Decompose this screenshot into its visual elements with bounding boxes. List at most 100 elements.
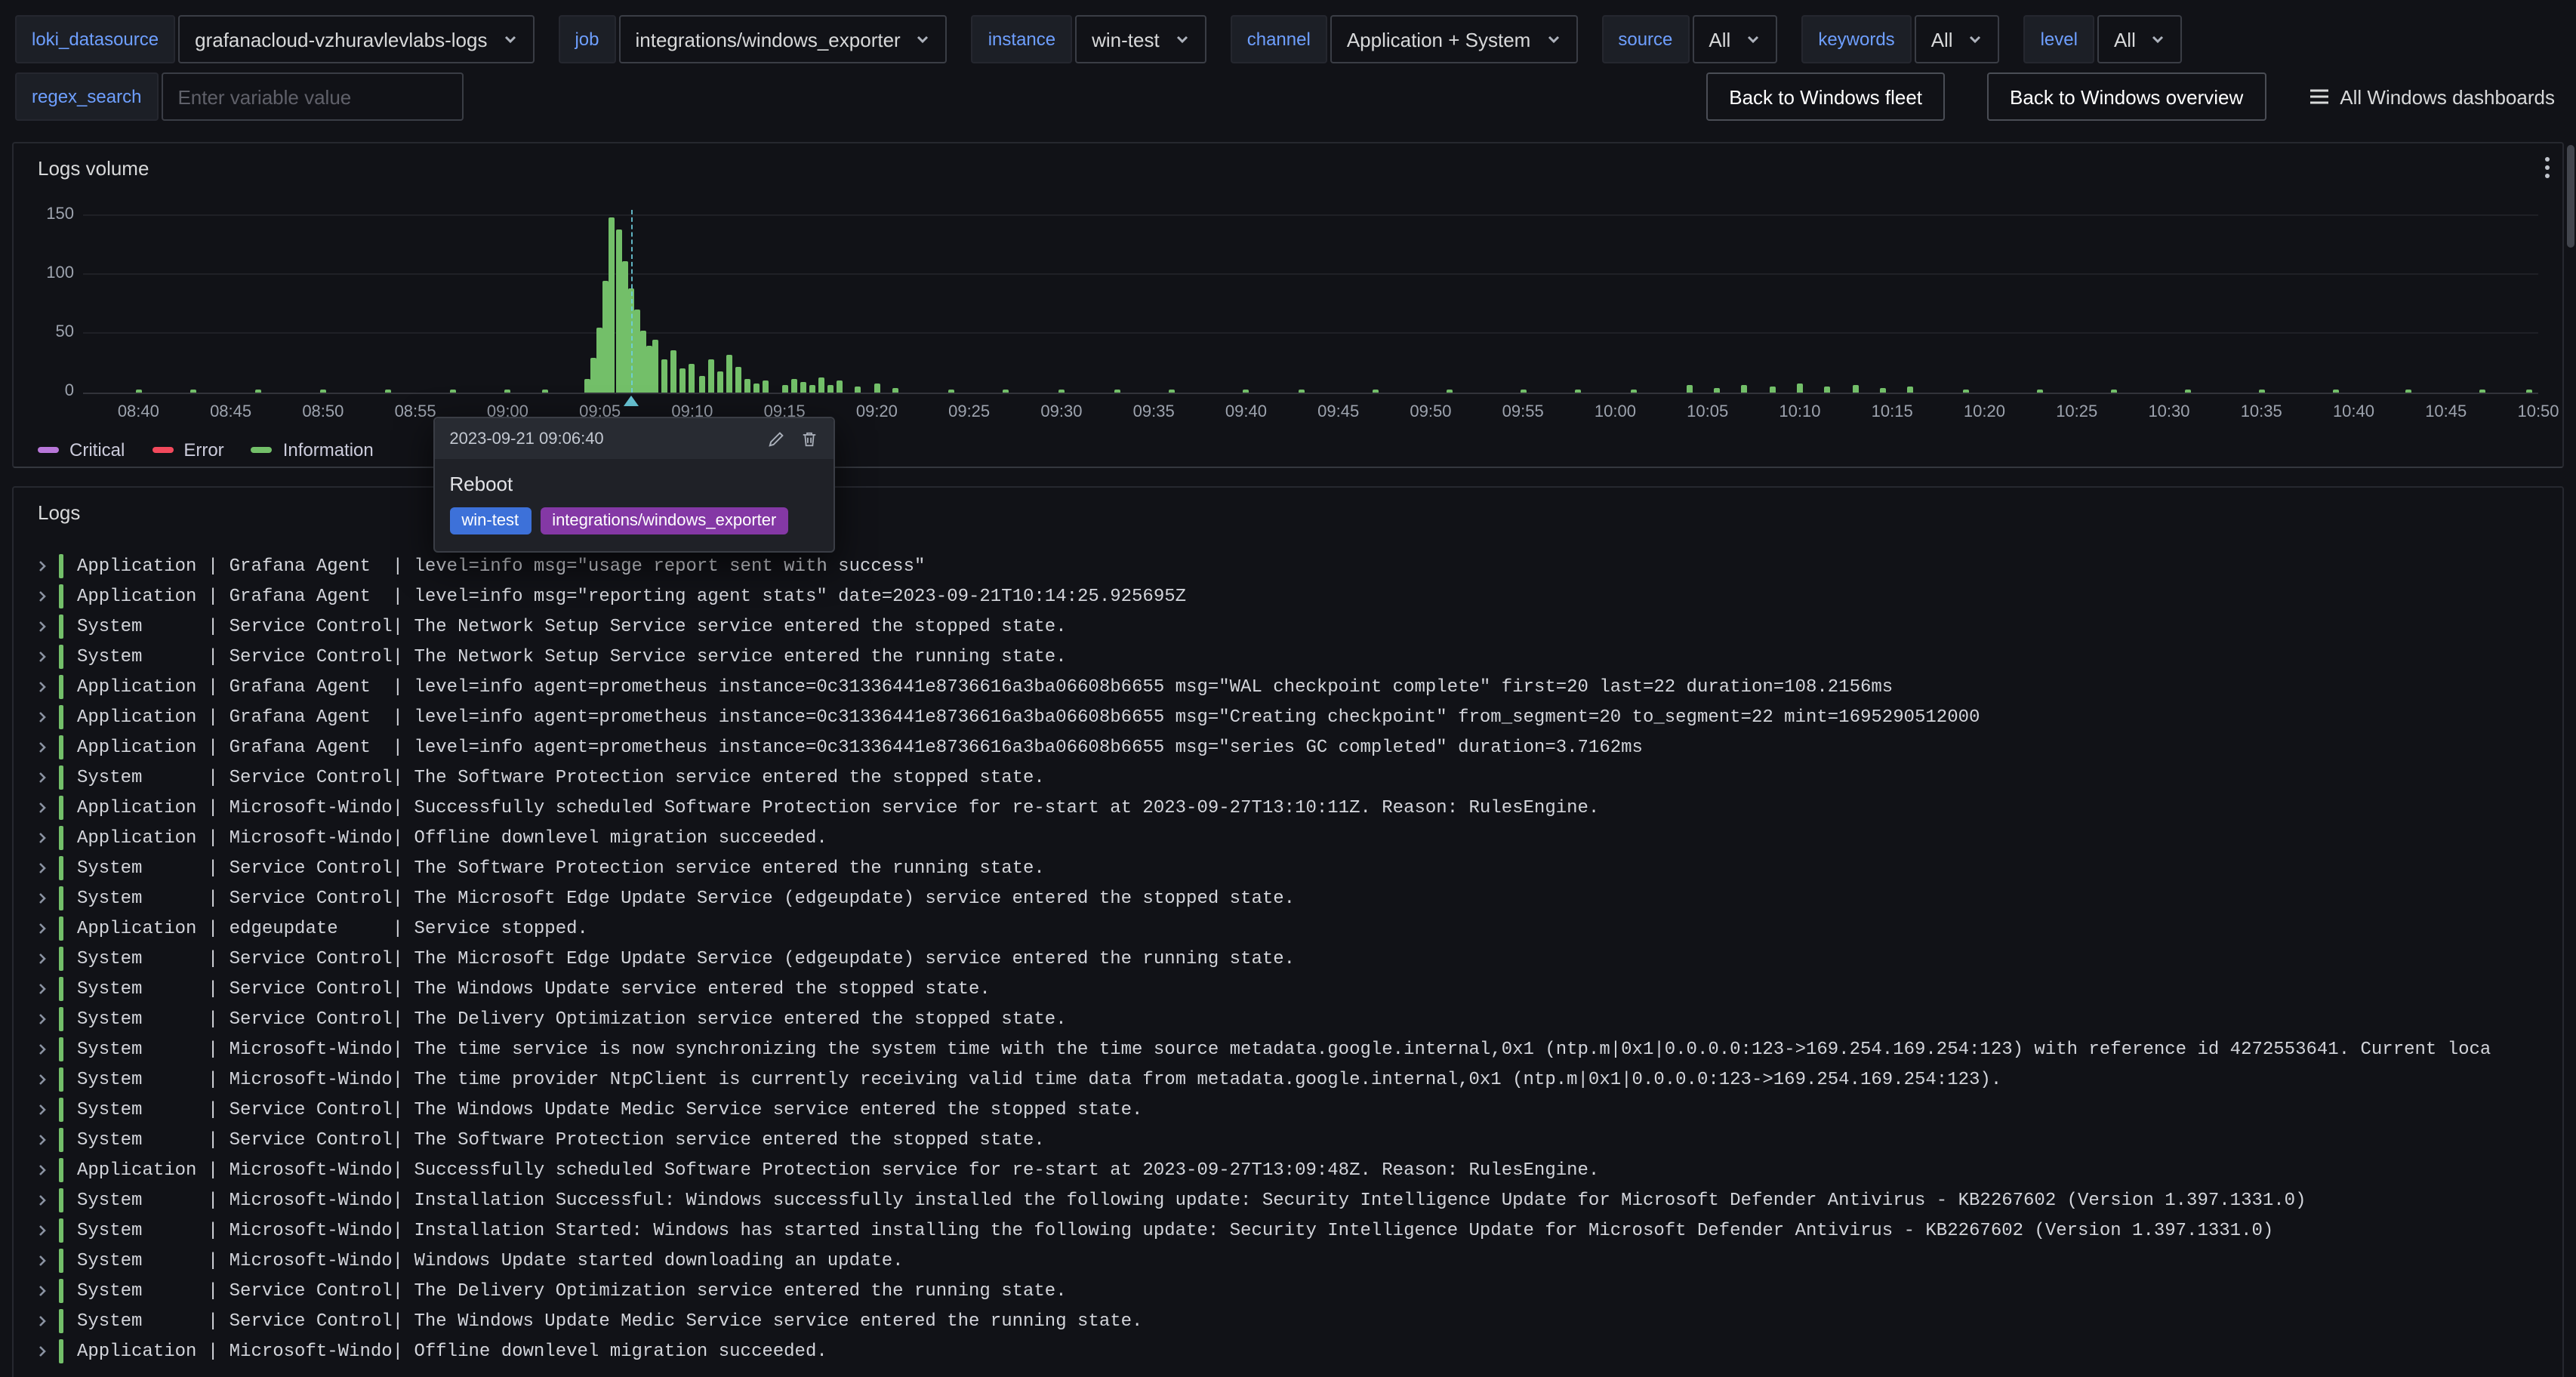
legend-item-information[interactable]: Information xyxy=(251,439,374,461)
expand-chevron-icon[interactable] xyxy=(29,642,56,672)
regex-search-input[interactable] xyxy=(161,72,463,121)
expand-chevron-icon[interactable] xyxy=(29,883,56,913)
log-row[interactable]: System | Service Control| The Network Se… xyxy=(29,642,2556,672)
expand-chevron-icon[interactable] xyxy=(29,762,56,793)
log-row[interactable]: Application | Grafana Agent | level=info… xyxy=(29,551,2556,581)
log-line-text: System | Microsoft-Windo| Windows Update… xyxy=(77,1246,904,1276)
log-line-text: Application | Microsoft-Windo| Successfu… xyxy=(77,793,1599,823)
chart-bar-information xyxy=(1520,389,1526,393)
variable-value-dropdown[interactable]: win-test xyxy=(1075,15,1206,63)
expand-chevron-icon[interactable] xyxy=(29,853,56,883)
variable-value-dropdown[interactable]: Application + System xyxy=(1330,15,1578,63)
log-row[interactable]: Application | Grafana Agent | level=info… xyxy=(29,672,2556,702)
expand-chevron-icon[interactable] xyxy=(29,581,56,611)
expand-chevron-icon[interactable] xyxy=(29,551,56,581)
log-row[interactable]: System | Service Control| The Windows Up… xyxy=(29,1306,2556,1336)
expand-chevron-icon[interactable] xyxy=(29,1185,56,1215)
chart-bar-information xyxy=(597,328,603,393)
expand-chevron-icon[interactable] xyxy=(29,1336,56,1366)
log-row[interactable]: System | Service Control| The Software P… xyxy=(29,1125,2556,1155)
log-row[interactable]: System | Service Control| The Microsoft … xyxy=(29,883,2556,913)
x-axis-label: 08:45 xyxy=(195,403,267,421)
expand-chevron-icon[interactable] xyxy=(29,913,56,944)
variable-value-dropdown[interactable]: All xyxy=(1915,15,2000,63)
chart-bar-information xyxy=(541,389,547,393)
log-row[interactable]: Application | Grafana Agent | level=info… xyxy=(29,581,2556,611)
expand-chevron-icon[interactable] xyxy=(29,1064,56,1095)
log-line-text: System | Service Control| The Delivery O… xyxy=(77,1004,1067,1034)
legend-item-critical[interactable]: Critical xyxy=(38,439,125,461)
chart-bar-information xyxy=(640,331,646,393)
expand-chevron-icon[interactable] xyxy=(29,1246,56,1276)
expand-chevron-icon[interactable] xyxy=(29,793,56,823)
log-row[interactable]: System | Service Control| The Microsoft … xyxy=(29,944,2556,974)
chart-bar-information xyxy=(1299,389,1305,393)
back-to-windows-fleet-button[interactable]: Back to Windows fleet xyxy=(1706,72,1945,121)
all-windows-dashboards-link[interactable]: All Windows dashboards xyxy=(2308,85,2555,108)
annotation-marker-icon[interactable] xyxy=(623,396,638,406)
expand-chevron-icon[interactable] xyxy=(29,611,56,642)
log-row[interactable]: Application | edgeupdate | Service stopp… xyxy=(29,913,2556,944)
expand-chevron-icon[interactable] xyxy=(29,1155,56,1185)
log-row[interactable]: Application | Microsoft-Windo| Successfu… xyxy=(29,793,2556,823)
chart-bar-information xyxy=(707,359,713,393)
log-level-indicator xyxy=(59,1218,63,1243)
log-row[interactable]: System | Service Control| The Delivery O… xyxy=(29,1004,2556,1034)
variable-value-dropdown[interactable]: All xyxy=(2097,15,2183,63)
log-row[interactable]: System | Service Control| The Windows Up… xyxy=(29,1095,2556,1125)
annotation-tag[interactable]: win-test xyxy=(449,507,531,534)
panel-menu-icon[interactable] xyxy=(2544,156,2550,180)
expand-chevron-icon[interactable] xyxy=(29,1276,56,1306)
back-to-windows-overview-button[interactable]: Back to Windows overview xyxy=(1987,72,2266,121)
log-row[interactable]: System | Microsoft-Windo| Installation S… xyxy=(29,1215,2556,1246)
expand-chevron-icon[interactable] xyxy=(29,672,56,702)
variable-value-dropdown[interactable]: integrations/windows_exporter xyxy=(619,15,948,63)
delete-annotation-icon[interactable] xyxy=(800,430,818,448)
actions-row: regex_search Back to Windows fleet Back … xyxy=(15,72,2555,121)
log-line-text: Application | Grafana Agent | level=info… xyxy=(77,581,1186,611)
variable-selected-value: Application + System xyxy=(1347,28,1531,51)
chart-bar-information xyxy=(603,281,609,393)
expand-chevron-icon[interactable] xyxy=(29,1095,56,1125)
log-row[interactable]: Application | Grafana Agent | level=info… xyxy=(29,732,2556,762)
chart-bar-information xyxy=(255,389,261,393)
edit-annotation-icon[interactable] xyxy=(766,430,784,448)
expand-chevron-icon[interactable] xyxy=(29,1306,56,1336)
log-row[interactable]: Application | Microsoft-Windo| Offline d… xyxy=(29,823,2556,853)
chart-bar-information xyxy=(827,384,834,393)
expand-chevron-icon[interactable] xyxy=(29,1034,56,1064)
log-row[interactable]: System | Service Control| The Software P… xyxy=(29,762,2556,793)
log-row[interactable]: System | Microsoft-Windo| Windows Update… xyxy=(29,1246,2556,1276)
expand-chevron-icon[interactable] xyxy=(29,732,56,762)
logs-volume-chart[interactable]: 050100150 xyxy=(83,210,2538,394)
expand-chevron-icon[interactable] xyxy=(29,944,56,974)
annotation-tag[interactable]: integrations/windows_exporter xyxy=(540,507,788,534)
expand-chevron-icon[interactable] xyxy=(29,702,56,732)
log-row[interactable]: System | Microsoft-Windo| The time servi… xyxy=(29,1034,2556,1064)
chart-bar-information xyxy=(1908,387,1914,393)
log-line-text: System | Service Control| The Microsoft … xyxy=(77,944,1295,974)
chart-bar-information xyxy=(1852,384,1858,393)
log-row[interactable]: System | Service Control| The Software P… xyxy=(29,853,2556,883)
log-row[interactable]: Application | Microsoft-Windo| Offline d… xyxy=(29,1336,2556,1366)
variable-value-dropdown[interactable]: All xyxy=(1692,15,1777,63)
log-row[interactable]: System | Microsoft-Windo| The time provi… xyxy=(29,1064,2556,1095)
legend-label: Information xyxy=(283,439,374,461)
variable-value-dropdown[interactable]: grafanacloud-vzhuravlevlabs-logs xyxy=(178,15,534,63)
legend-item-error[interactable]: Error xyxy=(152,439,223,461)
log-row[interactable]: System | Service Control| The Windows Up… xyxy=(29,974,2556,1004)
log-row[interactable]: Application | Microsoft-Windo| Successfu… xyxy=(29,1155,2556,1185)
legend-label: Critical xyxy=(69,439,125,461)
page-scrollbar-thumb[interactable] xyxy=(2567,145,2574,248)
chart-bar-information xyxy=(1243,390,1249,393)
log-row[interactable]: System | Service Control| The Delivery O… xyxy=(29,1276,2556,1306)
expand-chevron-icon[interactable] xyxy=(29,1215,56,1246)
log-row[interactable]: Application | Grafana Agent | level=info… xyxy=(29,702,2556,732)
expand-chevron-icon[interactable] xyxy=(29,1004,56,1034)
expand-chevron-icon[interactable] xyxy=(29,823,56,853)
log-row[interactable]: System | Service Control| The Network Se… xyxy=(29,611,2556,642)
x-axis-label: 10:40 xyxy=(2317,403,2390,421)
log-row[interactable]: System | Microsoft-Windo| Installation S… xyxy=(29,1185,2556,1215)
expand-chevron-icon[interactable] xyxy=(29,1125,56,1155)
expand-chevron-icon[interactable] xyxy=(29,974,56,1004)
